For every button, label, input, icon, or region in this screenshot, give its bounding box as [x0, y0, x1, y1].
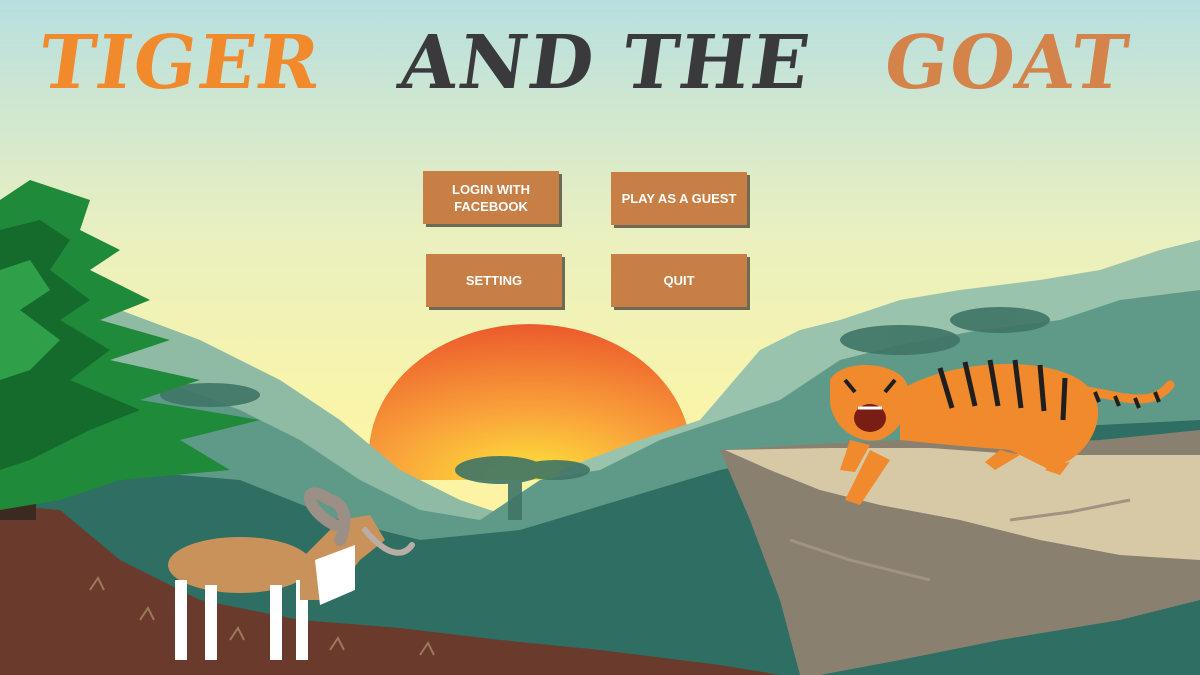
play-as-guest-button[interactable]: PLAY AS A GUEST: [611, 172, 747, 225]
quit-button[interactable]: QUIT: [611, 254, 747, 307]
game-title: TIGER AND THE GOAT: [0, 18, 1200, 108]
title-word-tiger: TIGER: [33, 20, 327, 106]
title-word-goat: GOAT: [878, 20, 1136, 106]
login-with-facebook-button[interactable]: LOGIN WITH FACEBOOK: [423, 171, 559, 224]
title-word-and-the: AND THE: [393, 20, 817, 106]
setting-button[interactable]: SETTING: [426, 254, 562, 307]
